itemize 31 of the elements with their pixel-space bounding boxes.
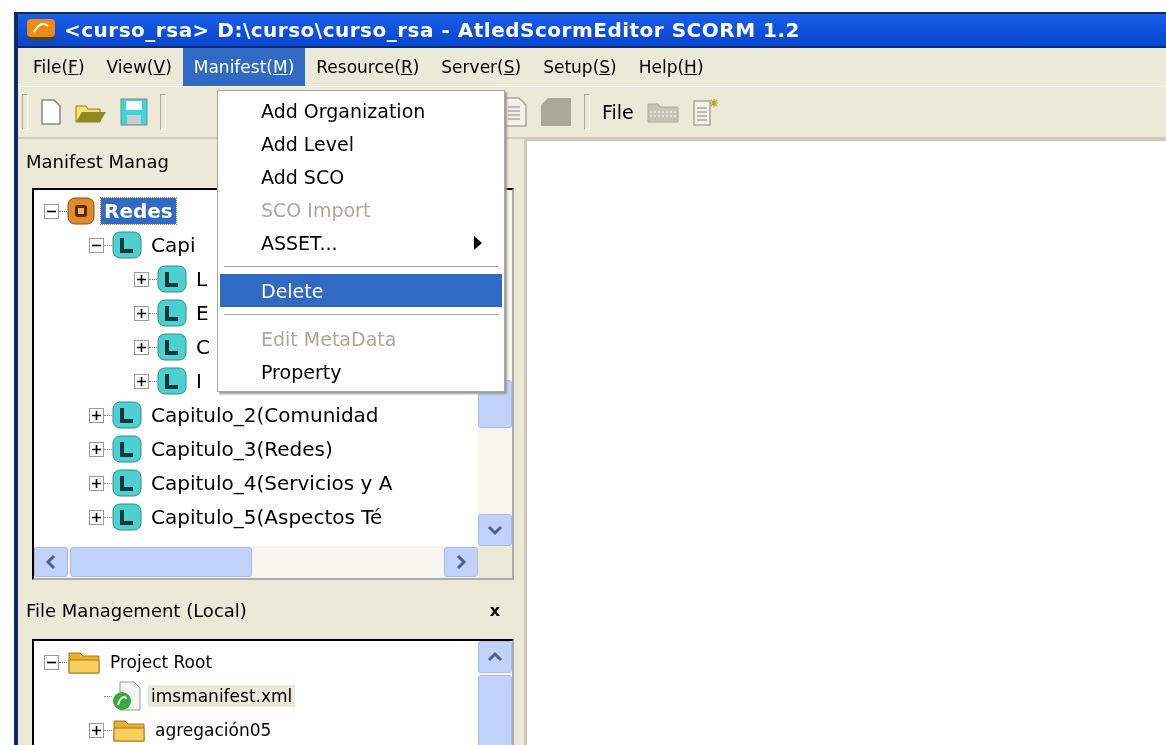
toolbar-label: File: [602, 101, 634, 123]
tree-item[interactable]: Redes: [101, 198, 176, 225]
menu-item[interactable]: File(F): [22, 48, 96, 86]
menu-option[interactable]: Delete: [220, 274, 502, 307]
tree-item[interactable]: C: [193, 334, 213, 361]
menu-item[interactable]: View(V): [95, 48, 183, 86]
tree-item[interactable]: Capitulo_2(Comunidad: [148, 402, 382, 429]
menu-option[interactable]: ASSET...: [220, 226, 502, 259]
tree-item[interactable]: I: [193, 368, 205, 395]
tree-item[interactable]: L: [193, 266, 211, 293]
tree-item[interactable]: Capi: [148, 232, 199, 259]
menu-item[interactable]: Setup(S): [532, 48, 628, 86]
tree-item[interactable]: Capitulo_5(Aspectos Té: [148, 504, 386, 531]
tree-item[interactable]: Capitulo_3(Redes): [148, 436, 336, 463]
panel-title: Manifest Manag: [26, 151, 169, 173]
close-button[interactable]: x: [489, 600, 500, 620]
panel-title: File Management (Local): [26, 599, 247, 621]
menu-item[interactable]: Resource(R): [305, 48, 431, 86]
menu-item[interactable]: Server(S): [430, 48, 533, 86]
menu-option[interactable]: Property: [220, 355, 502, 388]
menu-option[interactable]: Add Organization: [220, 94, 502, 127]
menu-option[interactable]: Add Level: [220, 127, 502, 160]
tree-item[interactable]: Capitulo_4(Servicios y A: [148, 470, 396, 497]
menu-item[interactable]: Help(H): [627, 48, 715, 86]
tree-item[interactable]: agregación05: [152, 719, 275, 741]
tree-item[interactable]: Project Root: [107, 651, 216, 673]
menu-item[interactable]: Manifest(M): [182, 48, 306, 86]
menu-option[interactable]: Add SCO: [220, 160, 502, 193]
tree-item[interactable]: E: [193, 300, 212, 327]
tree-item[interactable]: imsmanifest.xml: [148, 685, 296, 707]
window-title: <curso_rsa> D:\curso\curso_rsa - AtledScormEditor SCORM 1.2: [64, 18, 800, 42]
